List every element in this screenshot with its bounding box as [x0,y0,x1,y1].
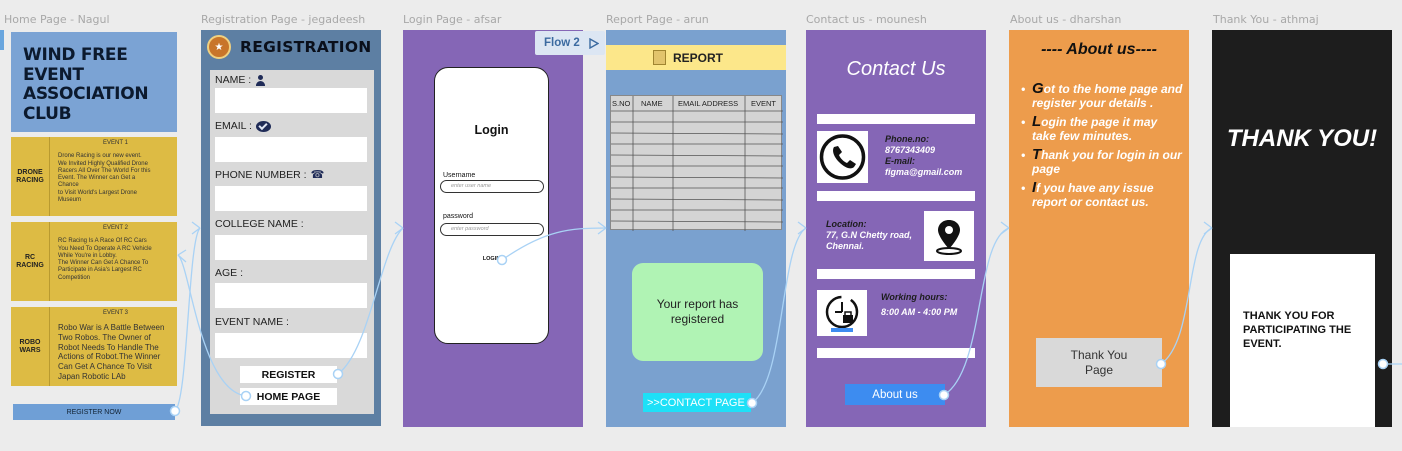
login-card: Login Username enter user name password … [434,67,549,344]
about-title: ---- About us---- [1041,41,1157,58]
divider-bar [817,348,975,358]
arrow-head [1203,221,1213,235]
login-frame[interactable]: Login Username enter user name password … [403,30,583,427]
working-hours-info: Working hours: 8:00 AM - 4:00 PM [881,292,958,317]
list-item: Got to the home page and register your d… [1021,81,1183,110]
frame-label-about[interactable]: About us - dharshan [1010,13,1121,26]
contact-frame[interactable]: Contact Us Phone.no: 8767343409 E-mail: … [806,30,986,427]
divider-bar [817,114,975,124]
phone-email-info: Phone.no: 8767343409 E-mail: figma@gmail… [885,134,963,177]
divider-bar [817,269,975,279]
about-steps-list: Got to the home page and register your d… [1021,81,1183,214]
frame-label-registration[interactable]: Registration Page - jegadeesh [201,13,365,26]
location-pin-icon [924,211,974,261]
play-icon [589,37,599,49]
report-table: S.NO NAME EMAIL ADDRESS EVENT [610,95,783,231]
username-input[interactable]: enter user name [440,180,544,193]
flow-badge[interactable]: Flow 2 [535,31,605,55]
list-item: Thank you for login in our page [1021,147,1183,176]
location-info: Location: 77, G.N Chetty road, Chennai. [826,219,913,251]
name-input[interactable] [215,88,367,113]
age-label: AGE : [215,267,244,279]
report-document-icon [653,50,666,65]
report-success-message: Your report has registered [632,263,763,361]
arrow-head [394,221,404,235]
contact-page-button[interactable]: >>CONTACT PAGE [643,393,751,412]
event-card-rc: RC RACING EVENT 2 RC Racing Is A Race Of … [11,222,177,301]
thank-you-page-button[interactable]: Thank You Page [1036,338,1162,387]
event-name: ROBO WARS [11,307,50,386]
register-now-button[interactable]: REGISTER NOW [13,404,175,420]
frame-label-home[interactable]: Home Page - Nagul [4,13,110,26]
register-button[interactable]: REGISTER [240,366,337,383]
frame-label-report[interactable]: Report Page - arun [606,13,709,26]
clock-icon [817,290,867,336]
event-card-drone: DRONE RACING EVENT 1 Drone Racing is our … [11,137,177,216]
arrow-head [177,249,187,263]
selection-edge [0,30,4,50]
frame-label-login[interactable]: Login Page - afsar [403,13,501,26]
event-name: DRONE RACING [11,137,50,216]
college-label: COLLEGE NAME : [215,218,304,230]
thankyou-frame[interactable]: THANK YOU! THANK YOU FOR PARTICIPATING T… [1212,30,1392,427]
phone-input[interactable] [215,186,367,211]
frame-label-contact[interactable]: Contact us - mounesh [806,13,927,26]
password-label: password [443,213,473,220]
phone-icon [817,131,868,183]
thank-you-headline: THANK YOU! [1226,125,1378,152]
event-description: RC Racing Is A Race Of RC Cars You Need T… [58,238,152,281]
registration-frame[interactable]: ★ REGISTRATION NAME : EMAIL : PHONE NUMB… [201,30,381,426]
flow-label: Flow 2 [544,37,580,49]
home-page-button[interactable]: HOME PAGE [240,388,337,405]
home-frame[interactable]: WIND FREE EVENT ASSOCIATION CLUB DRONE RA… [10,30,178,420]
arrow-head [1000,221,1010,235]
club-title: WIND FREE EVENT ASSOCIATION CLUB [11,32,177,132]
age-input[interactable] [215,283,367,308]
event-card-robo: ROBO WARS EVENT 3 Robo War is A Battle Be… [11,307,177,386]
phone-label: PHONE NUMBER : ☎ [215,168,325,182]
college-input[interactable] [215,235,367,260]
arrow-head [191,221,201,235]
report-title: REPORT [673,50,724,65]
event-tag: EVENT 1 [103,140,128,146]
event-description: Robo War is A Battle Between Two Robos. T… [58,323,165,381]
password-input[interactable]: enter password [440,223,544,236]
report-header: REPORT [606,45,786,70]
event-label: EVENT NAME : [215,316,289,328]
about-frame[interactable]: ---- About us---- Got to the home page a… [1009,30,1189,427]
thank-you-message: THANK YOU FOR PARTICIPATING THE EVENT. [1243,310,1352,350]
list-item: If you have any issue report or contact … [1021,180,1183,209]
arrow-head [597,221,607,235]
about-us-button[interactable]: About us [845,384,945,405]
contact-title: Contact Us [846,58,946,80]
event-name: RC RACING [11,222,50,301]
report-frame[interactable]: REPORT S.NO NAME EMAIL ADDRESS EVENT You… [606,30,786,427]
event-tag: EVENT 3 [103,310,128,316]
connection-home-register [174,227,201,412]
login-button[interactable]: LOGIN [435,256,548,262]
username-label: Username [443,172,476,179]
login-heading: Login [474,123,509,137]
college-logo-icon: ★ [207,35,231,59]
thank-you-card: THANK YOU FOR PARTICIPATING THE EVENT. [1230,254,1375,427]
email-input[interactable] [215,137,367,162]
frame-label-thankyou[interactable]: Thank You - athmaj [1213,13,1319,26]
arrow-head [797,221,807,235]
divider-bar [817,191,975,201]
user-icon [255,74,266,86]
email-label: EMAIL : [215,120,271,132]
list-item: Login the page it may take few minutes. [1021,114,1183,143]
phone-icon: ☎ [310,169,325,181]
registration-title: REGISTRATION [240,38,372,56]
event-description: Drone Racing is our new event. We Invited… [58,153,151,204]
event-tag: EVENT 2 [103,225,128,231]
mail-icon [255,120,271,132]
registration-header: ★ REGISTRATION [201,30,381,64]
registration-form: NAME : EMAIL : PHONE NUMBER : ☎ COLLEGE N… [210,70,374,414]
name-label: NAME : [215,74,266,86]
event-input[interactable] [215,333,367,358]
table-grid [611,96,783,231]
